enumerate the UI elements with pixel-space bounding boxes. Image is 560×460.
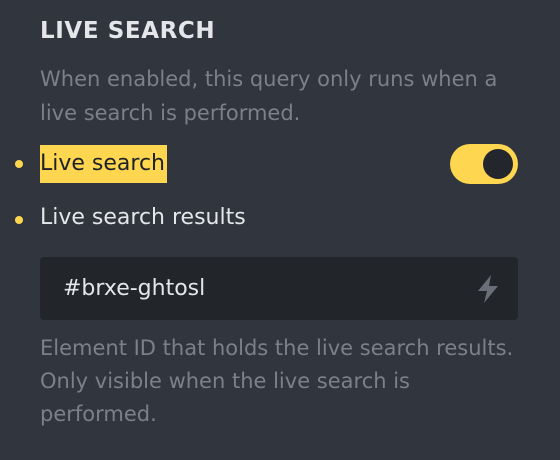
live-search-results-row: Live search results: [0, 198, 560, 242]
live-search-results-description: Element ID that holds the live search re…: [40, 336, 514, 426]
live-search-results-field: [40, 257, 518, 320]
bullet-dot: [15, 216, 23, 224]
bolt-icon[interactable]: [477, 275, 499, 303]
live-search-row: Live search: [0, 142, 560, 186]
section-title: LIVE SEARCH: [40, 18, 216, 44]
section-description: When enabled, this query only runs when …: [40, 67, 498, 125]
live-search-results-input[interactable]: [40, 257, 483, 320]
bullet-dot: [15, 160, 23, 168]
live-search-label: Live search: [40, 145, 167, 183]
live-search-toggle[interactable]: [450, 144, 518, 184]
toggle-knob: [483, 149, 513, 179]
live-search-results-label: Live search results: [40, 205, 246, 230]
